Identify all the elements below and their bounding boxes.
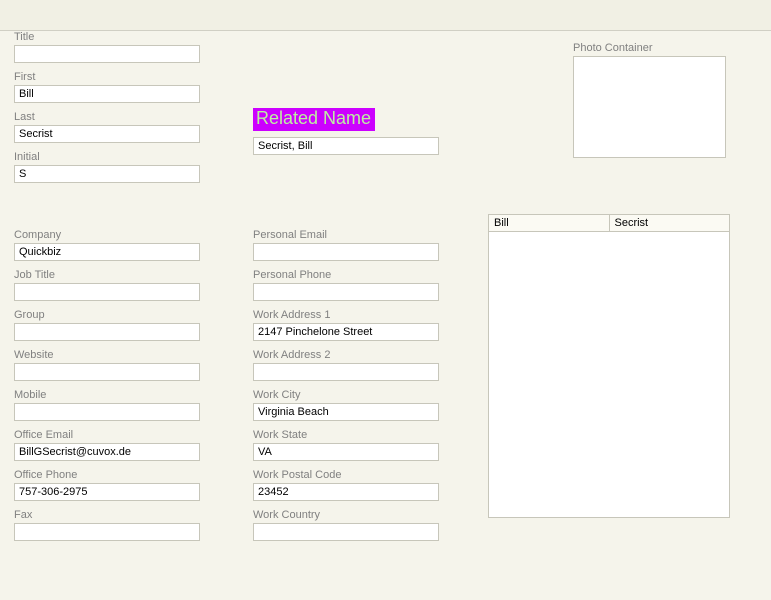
- input-work-address-1[interactable]: [253, 323, 439, 341]
- input-related-name[interactable]: [253, 137, 439, 155]
- list-cell-last: Secrist: [610, 215, 730, 231]
- input-title[interactable]: [14, 45, 200, 63]
- top-bar: [0, 0, 771, 31]
- list-cell-first: Bill: [489, 215, 610, 231]
- label-title: Title: [14, 31, 200, 43]
- label-website: Website: [14, 349, 200, 361]
- label-personal-email: Personal Email: [253, 229, 439, 241]
- input-job-title[interactable]: [14, 283, 200, 301]
- input-work-postal-code[interactable]: [253, 483, 439, 501]
- input-mobile[interactable]: [14, 403, 200, 421]
- input-work-state[interactable]: [253, 443, 439, 461]
- input-first[interactable]: [14, 85, 200, 103]
- list-row[interactable]: Bill Secrist: [489, 215, 729, 232]
- input-work-country[interactable]: [253, 523, 439, 541]
- label-work-state: Work State: [253, 429, 439, 441]
- input-website[interactable]: [14, 363, 200, 381]
- input-initial[interactable]: [14, 165, 200, 183]
- input-office-email[interactable]: [14, 443, 200, 461]
- input-last[interactable]: [14, 125, 200, 143]
- label-work-address-1: Work Address 1: [253, 309, 439, 321]
- photo-container[interactable]: [573, 56, 726, 158]
- label-work-city: Work City: [253, 389, 439, 401]
- label-job-title: Job Title: [14, 269, 200, 281]
- label-fax: Fax: [14, 509, 200, 521]
- input-company[interactable]: [14, 243, 200, 261]
- label-group: Group: [14, 309, 200, 321]
- input-group[interactable]: [14, 323, 200, 341]
- label-office-phone: Office Phone: [14, 469, 200, 481]
- label-first: First: [14, 71, 200, 83]
- label-work-country: Work Country: [253, 509, 439, 521]
- label-mobile: Mobile: [14, 389, 200, 401]
- related-name-heading: Related Name: [253, 108, 375, 131]
- input-personal-phone[interactable]: [253, 283, 439, 301]
- label-initial: Initial: [14, 151, 200, 163]
- label-work-address-2: Work Address 2: [253, 349, 439, 361]
- label-office-email: Office Email: [14, 429, 200, 441]
- label-company: Company: [14, 229, 200, 241]
- input-fax[interactable]: [14, 523, 200, 541]
- input-office-phone[interactable]: [14, 483, 200, 501]
- label-personal-phone: Personal Phone: [253, 269, 439, 281]
- label-work-postal-code: Work Postal Code: [253, 469, 439, 481]
- label-photo-container: Photo Container: [573, 42, 726, 54]
- input-work-city[interactable]: [253, 403, 439, 421]
- input-work-address-2[interactable]: [253, 363, 439, 381]
- label-last: Last: [14, 111, 200, 123]
- input-personal-email[interactable]: [253, 243, 439, 261]
- related-list[interactable]: Bill Secrist: [488, 214, 730, 518]
